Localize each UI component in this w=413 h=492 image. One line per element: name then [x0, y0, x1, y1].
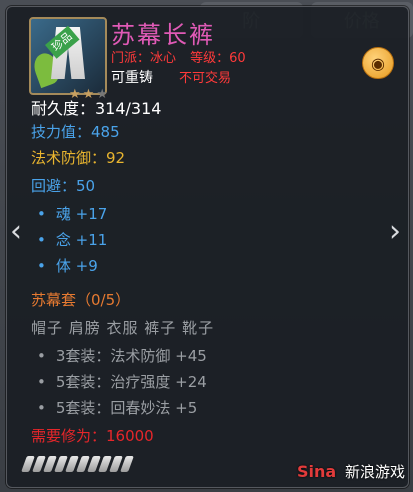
dodge-stat: 回避：50 [31, 177, 96, 195]
skill-stat: 技力值：485 [31, 123, 120, 141]
bullet-icon: • [37, 231, 46, 249]
level-label: 等级：60 [190, 51, 246, 66]
bullet-icon: • [37, 257, 46, 275]
next-item-button[interactable]: › [389, 214, 401, 249]
faction-label: 门派：冰心 [111, 51, 177, 66]
sina-watermark: Sina 新浪游戏 [297, 461, 405, 482]
bullet-icon: • [37, 399, 46, 417]
preview-eye-button[interactable]: ◉ [362, 47, 394, 79]
sub-stat-1: • 魂 +17 [37, 205, 108, 223]
item-name: 苏幕长裤 [111, 21, 215, 49]
set-bonus-3: • 5套装：回春妙法 +5 [37, 399, 198, 417]
set-title: 苏幕套（0/5） [31, 291, 131, 309]
item-icon-frame[interactable]: 珍品 ★ ★ ★ [29, 17, 108, 102]
set-bonus-2: • 5套装：治疗强度 +24 [37, 373, 207, 391]
cultivation-requirement: 需要修为：16000 [31, 427, 154, 445]
set-pieces: 帽子 肩膀 衣服 裤子 靴子 [31, 319, 215, 337]
durability-pips [21, 456, 134, 472]
untradable-label: 不可交易 [179, 71, 232, 86]
sina-logo: Sina [297, 462, 337, 481]
sub-stat-2: • 念 +11 [37, 231, 108, 249]
item-tooltip: 珍品 ★ ★ ★ 苏幕长裤 门派：冰心 等级：60 可重铸 不可交易 ◉ 耐久度… [6, 6, 409, 488]
magic-defense-stat: 法术防御：92 [31, 149, 126, 167]
item-requirements: 门派：冰心 等级：60 [111, 47, 246, 66]
bullet-icon: • [37, 347, 46, 365]
recast-label: 可重铸 [111, 70, 153, 86]
set-bonus-1: • 3套装：法术防御 +45 [37, 347, 207, 365]
bullet-icon: • [37, 205, 46, 223]
watermark-text: 新浪游戏 [344, 463, 405, 481]
bullet-icon: • [37, 373, 46, 391]
eye-icon: ◉ [371, 53, 385, 73]
durability-stat: 耐久度：314/314 [31, 99, 162, 118]
prev-item-button[interactable]: ‹ [10, 214, 22, 249]
sub-stat-3: • 体 +9 [37, 257, 98, 275]
